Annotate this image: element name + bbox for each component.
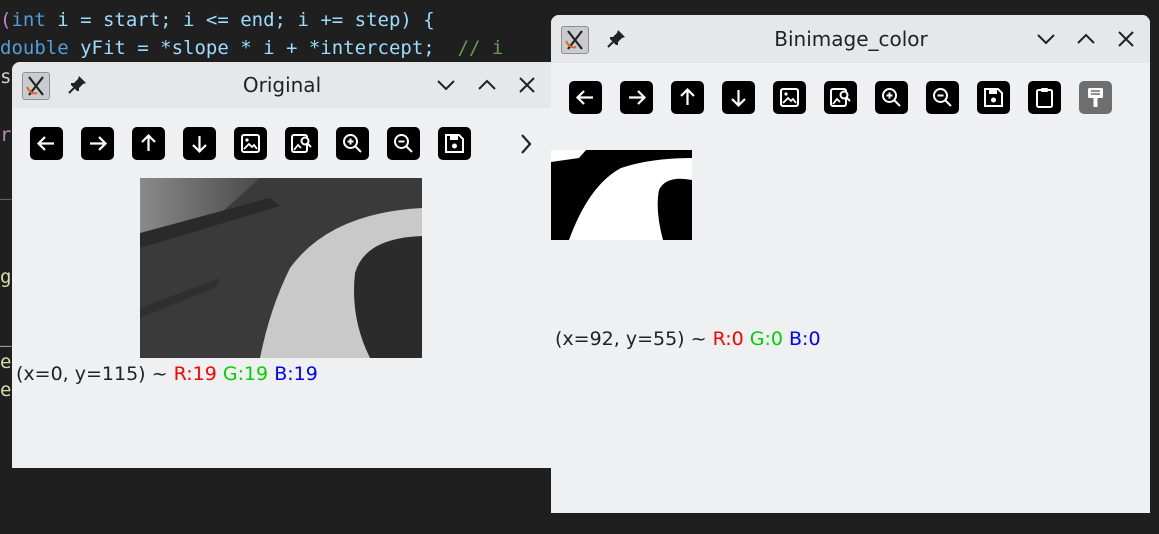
arrow-right-icon[interactable] (620, 81, 653, 114)
pixel-info: (x=92, y=55) ~ R:0 G:0 B:0 (555, 328, 821, 350)
image-icon[interactable] (234, 127, 267, 160)
chevron-right-icon[interactable] (516, 131, 536, 157)
arrow-down-icon[interactable] (722, 81, 755, 114)
arrow-up-icon[interactable] (671, 81, 704, 114)
close-button[interactable] (514, 72, 540, 98)
image-search-icon[interactable] (285, 127, 318, 160)
zoom-in-icon[interactable] (336, 127, 369, 160)
cursor-coords: (x=0, y=115) ~ (16, 363, 174, 385)
zoom-out-icon[interactable] (387, 127, 420, 160)
arrow-up-icon[interactable] (132, 127, 165, 160)
code-line-1: (int i = start; i <= end; i += step) { (0, 9, 435, 31)
pin-icon[interactable] (66, 74, 88, 100)
red-value: R:0 (712, 328, 744, 350)
minimize-button[interactable] (1033, 26, 1059, 52)
maximize-button[interactable] (474, 72, 500, 98)
pixel-info: (x=0, y=115) ~ R:19 G:19 B:19 (16, 363, 318, 385)
binimage-window[interactable]: Binimage_color (x=92, y=55) ~ R:0 G:0 B:… (551, 15, 1150, 513)
binary-image[interactable] (551, 150, 692, 240)
zoom-out-icon[interactable] (926, 81, 959, 114)
blue-value: B:19 (274, 363, 318, 385)
app-logo-icon (561, 26, 589, 54)
image-icon[interactable] (773, 81, 806, 114)
image-search-icon[interactable] (824, 81, 857, 114)
arrow-right-icon[interactable] (81, 127, 114, 160)
code-edge-char: g (0, 266, 12, 288)
brush-icon[interactable] (1079, 81, 1112, 114)
green-value: G:19 (222, 363, 269, 385)
code-edge-char: _ (0, 325, 12, 347)
code-edge-char: s (0, 66, 12, 88)
code-edge-char: e (0, 351, 12, 373)
close-button[interactable] (1113, 26, 1139, 52)
code-edge-char: _ (0, 178, 12, 200)
original-titlebar[interactable]: Original (12, 62, 551, 108)
original-image[interactable] (140, 178, 422, 358)
arrow-left-icon[interactable] (569, 81, 602, 114)
maximize-button[interactable] (1073, 26, 1099, 52)
zoom-in-icon[interactable] (875, 81, 908, 114)
original-window[interactable]: Original (x=0, y=115) ~ R:19 G:19 B:19 (12, 62, 551, 468)
red-value: R:19 (173, 363, 217, 385)
window-title: Original (242, 73, 322, 97)
cursor-coords: (x=92, y=55) ~ (555, 328, 713, 350)
binimage-titlebar[interactable]: Binimage_color (551, 15, 1150, 63)
arrow-left-icon[interactable] (30, 127, 63, 160)
pin-icon[interactable] (605, 28, 627, 54)
arrow-down-icon[interactable] (183, 127, 216, 160)
window-title: Binimage_color (774, 27, 928, 51)
blue-value: B:0 (789, 328, 821, 350)
code-edge-char: e (0, 379, 12, 401)
save-icon[interactable] (438, 127, 471, 160)
clipboard-icon[interactable] (1028, 81, 1061, 114)
code-line-2: double yFit = *slope * i + *intercept; /… (0, 37, 504, 59)
code-edge-char: r (0, 124, 12, 146)
save-icon[interactable] (977, 81, 1010, 114)
minimize-button[interactable] (433, 72, 459, 98)
green-value: G:0 (749, 328, 783, 350)
app-logo-icon (22, 72, 50, 100)
